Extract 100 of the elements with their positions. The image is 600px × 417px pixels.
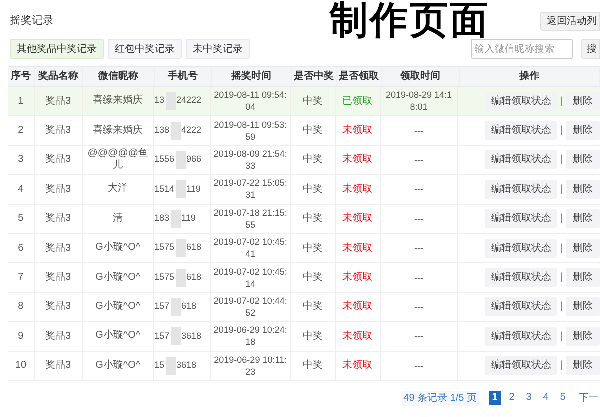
- phone-start: 1575: [154, 241, 175, 254]
- table-cell: 奖品3: [34, 234, 83, 262]
- separator: |: [560, 153, 563, 168]
- table-cell: 奖品3: [34, 204, 83, 233]
- tab[interactable]: 红包中奖记录: [108, 39, 182, 59]
- edit-status-button[interactable]: 编辑领取状态: [485, 92, 558, 111]
- table-cell: 2019-07-02 10:45:14: [213, 266, 288, 290]
- edit-status-button[interactable]: 编辑领取状态: [485, 297, 558, 316]
- delete-button[interactable]: 删除: [566, 238, 600, 258]
- edit-status-button[interactable]: 编辑领取状态: [485, 268, 558, 288]
- table-cell: 2019-07-02 10:45:41: [213, 236, 288, 260]
- redacted-block: [176, 239, 186, 258]
- phone-start: 1514: [154, 182, 175, 196]
- table-cell: 2019-07-22 15:05:31: [213, 177, 288, 202]
- phone-start: 1556: [154, 153, 175, 166]
- table-cell: 5: [8, 204, 35, 233]
- separator: |: [560, 242, 563, 256]
- table-cell: 1: [8, 87, 35, 116]
- delete-button[interactable]: 删除: [566, 121, 600, 140]
- page-link[interactable]: 4: [540, 391, 552, 406]
- next-page-link[interactable]: 下一: [579, 390, 600, 406]
- column-header: 手机号: [155, 67, 212, 86]
- delete-button[interactable]: 删除: [566, 150, 600, 170]
- phone-end: 4222: [182, 124, 202, 137]
- table-cell: 中奖: [290, 234, 336, 262]
- table-cell: 9: [8, 322, 35, 351]
- table-cell: ---: [414, 154, 424, 166]
- table-cell: ---: [414, 300, 424, 313]
- edit-status-button[interactable]: 编辑领取状态: [485, 356, 558, 376]
- column-header: 操作: [460, 67, 600, 86]
- separator: |: [560, 124, 563, 138]
- claim-status: 未领取: [336, 116, 381, 145]
- delete-button[interactable]: 删除: [566, 356, 600, 376]
- page-link[interactable]: 1: [489, 391, 501, 406]
- table-cell: 中奖: [290, 352, 336, 380]
- tab[interactable]: 其他奖品中奖记录: [10, 39, 104, 59]
- delete-button[interactable]: 删除: [566, 268, 600, 288]
- delete-button[interactable]: 删除: [566, 92, 600, 111]
- table-cell: 3: [8, 146, 35, 174]
- table-cell: 中奖: [290, 204, 336, 233]
- edit-status-button[interactable]: 编辑领取状态: [485, 180, 558, 199]
- edit-status-button[interactable]: 编辑领取状态: [485, 238, 558, 258]
- table-cell: G小璇^O^: [82, 322, 154, 351]
- separator: |: [560, 182, 563, 197]
- delete-button[interactable]: 删除: [566, 180, 600, 199]
- delete-button[interactable]: 删除: [566, 209, 600, 228]
- page-link[interactable]: 2: [506, 391, 518, 406]
- phone-end: 966: [186, 153, 202, 166]
- search-button[interactable]: 搜: [581, 39, 600, 59]
- claim-status: 未领取: [336, 352, 381, 380]
- claim-status: 未领取: [336, 263, 381, 292]
- redacted-block: [176, 268, 186, 287]
- table-cell: 6: [8, 234, 35, 262]
- table-cell: 10: [8, 352, 35, 380]
- table-cell: 奖品3: [34, 292, 83, 322]
- phone-start: 1575: [154, 270, 175, 284]
- back-button[interactable]: 返回活动列: [540, 12, 600, 31]
- table-cell: G小璇^O^: [82, 292, 154, 322]
- redacted-block: [170, 122, 181, 140]
- phone-start: 15: [154, 358, 164, 372]
- edit-status-button[interactable]: 编辑领取状态: [485, 209, 558, 228]
- edit-status-button[interactable]: 编辑领取状态: [485, 326, 558, 346]
- phone-end: 24222: [176, 94, 202, 108]
- table-cell: ---: [414, 212, 424, 225]
- table-cell: 中奖: [290, 292, 336, 322]
- separator: |: [560, 212, 563, 226]
- table-cell: 奖品3: [34, 146, 83, 174]
- table-cell: 清: [82, 204, 154, 233]
- table-cell: 2019-07-18 21:15:55: [213, 206, 288, 231]
- table-cell: ---: [414, 183, 424, 196]
- column-header: 是否中奖: [292, 67, 337, 86]
- separator: |: [560, 94, 563, 109]
- table-cell: @@@@@鱼儿: [82, 146, 154, 174]
- table-cell: ---: [414, 124, 424, 137]
- column-header: 微信昵称: [83, 67, 155, 86]
- separator: |: [560, 271, 563, 286]
- redacted-block: [170, 210, 181, 228]
- delete-button[interactable]: 删除: [566, 326, 600, 346]
- edit-status-button[interactable]: 编辑领取状态: [485, 150, 558, 170]
- table-cell: 2019-06-29 10:11:23: [213, 354, 288, 378]
- redacted-block: [170, 327, 181, 346]
- table-cell: 奖品3: [34, 263, 83, 292]
- phone-start: 157: [154, 330, 170, 343]
- edit-status-button[interactable]: 编辑领取状态: [485, 121, 558, 140]
- separator: |: [560, 330, 563, 344]
- phone-end: 119: [182, 212, 196, 225]
- claim-status: 未领取: [336, 292, 381, 322]
- table-cell: 2019-08-09 21:54:33: [213, 148, 288, 172]
- search-field[interactable]: 输入微信昵称搜索: [471, 39, 573, 59]
- claim-status: 未领取: [336, 234, 381, 262]
- page-title: 摇奖记录: [10, 14, 54, 30]
- phone-end: 3618: [176, 358, 197, 372]
- tab[interactable]: 未中奖记录: [186, 39, 250, 59]
- page-link[interactable]: 5: [557, 391, 569, 406]
- table-cell: ---: [414, 360, 424, 372]
- delete-button[interactable]: 删除: [566, 297, 600, 316]
- page-link[interactable]: 3: [523, 391, 535, 406]
- table-cell: G小璇^O^: [82, 352, 154, 380]
- phone-end: 3618: [182, 330, 202, 343]
- phone-start: 157: [154, 300, 170, 314]
